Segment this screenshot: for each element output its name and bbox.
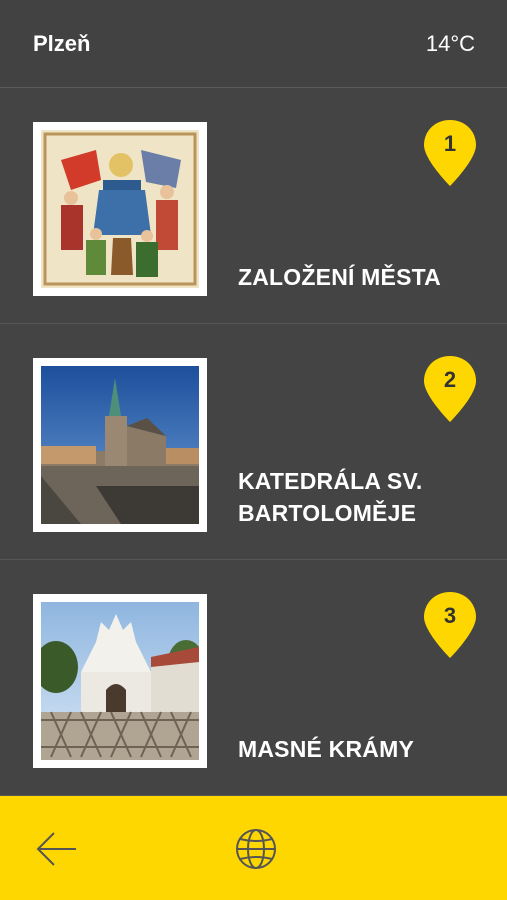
- arrow-left-icon: [36, 832, 76, 866]
- place-thumbnail: [33, 122, 207, 296]
- butcher-stalls-image: [41, 602, 199, 760]
- map-pin-icon: 1: [422, 118, 478, 188]
- list-item[interactable]: MASNÉ KRÁMY 3: [0, 560, 507, 796]
- language-button[interactable]: [233, 826, 279, 872]
- globe-icon: [236, 829, 276, 869]
- list-item[interactable]: KATEDRÁLA SV. BARTOLOMĚJE 2: [0, 324, 507, 560]
- place-thumbnail: [33, 358, 207, 532]
- place-thumbnail: [33, 594, 207, 768]
- temperature: 14°C: [425, 31, 475, 56]
- map-pin-icon: 2: [422, 354, 478, 424]
- back-button[interactable]: [34, 826, 80, 872]
- header-bar: Plzeň 14°C: [0, 0, 507, 88]
- place-title: KATEDRÁLA SV. BARTOLOMĚJE: [238, 468, 423, 526]
- pin-number: 2: [443, 367, 457, 392]
- city-name: Plzeň: [33, 31, 91, 56]
- pin-number: 1: [443, 131, 457, 156]
- list-item[interactable]: ZALOŽENÍ MĚSTA 1: [0, 88, 507, 324]
- pin-number: 3: [443, 603, 457, 628]
- place-title: ZALOŽENÍ MĚSTA: [238, 264, 441, 290]
- bottom-toolbar: [0, 796, 507, 900]
- manuscript-image: [41, 130, 199, 288]
- place-title: MASNÉ KRÁMY: [238, 736, 414, 762]
- map-pin-icon: 3: [422, 590, 478, 660]
- cathedral-image: [41, 366, 199, 524]
- places-list: ZALOŽENÍ MĚSTA 1 KATEDRÁLA SV. BARTOLOMĚ…: [0, 88, 507, 796]
- app-screen: Plzeň 14°C ZALOŽENÍ MĚSTA 1 KATEDRÁLA SV…: [0, 0, 507, 900]
